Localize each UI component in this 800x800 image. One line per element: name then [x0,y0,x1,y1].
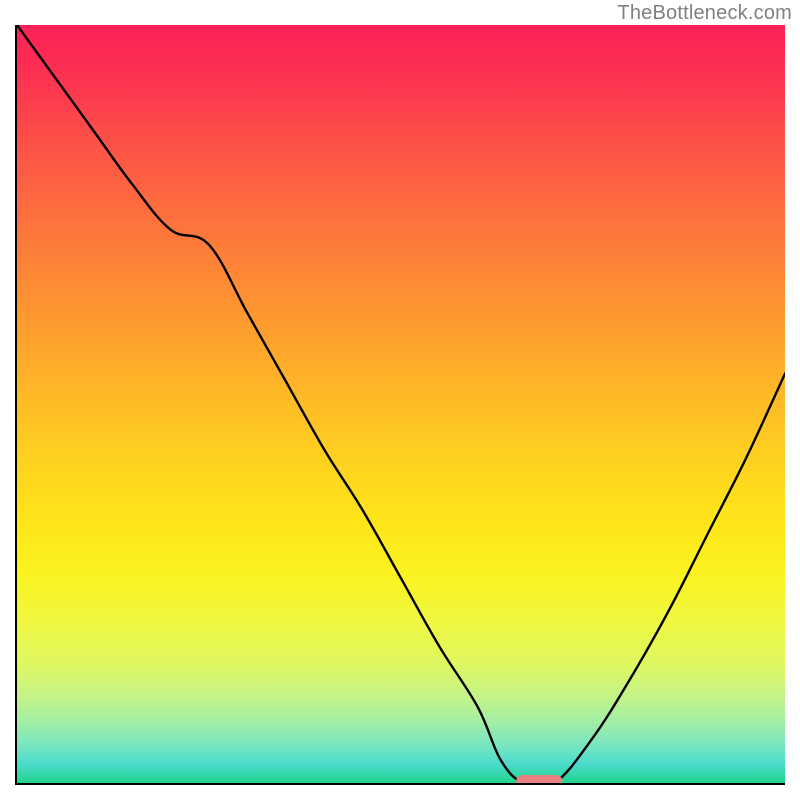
watermark-text: TheBottleneck.com [617,2,792,25]
curve-overlay [17,25,785,783]
bottleneck-curve-line [17,25,785,783]
bottleneck-chart: TheBottleneck.com [0,0,800,800]
plot-area [15,25,785,785]
optimal-marker [516,775,562,783]
